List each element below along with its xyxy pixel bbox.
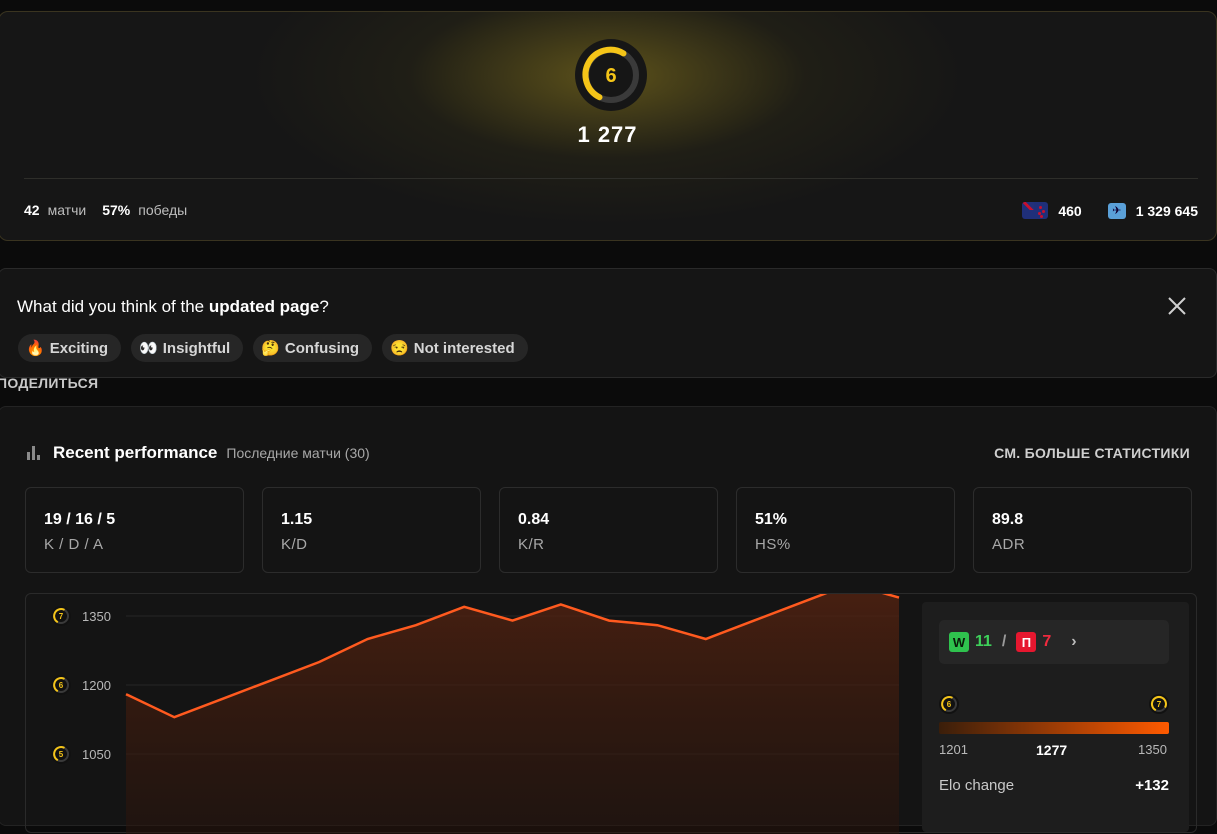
performance-title: Recent performance [53,443,218,462]
level-5-icon: 5 [51,744,71,764]
stat-card-hs: 51% HS% [736,487,955,573]
country-rank: 460 [1058,202,1082,219]
stat-card-kda: 19 / 16 / 5K / D / A [25,487,244,573]
separator: / [1001,633,1007,650]
matches-count: 42 [24,202,40,218]
option-not-interested[interactable]: 😒 Not interested [382,334,528,362]
performance-panel: Recent performance Последние матчи (30) … [0,406,1217,834]
fire-icon: 🔥 [26,340,45,357]
win-loss-summary[interactable]: W 11 / П 7 › [939,620,1169,664]
winrate-label: победы [138,202,188,218]
svg-text:6: 6 [947,700,952,709]
elo-change-label: Elo change [939,777,1015,794]
new-zealand-flag-icon [1022,202,1049,219]
stat-card-kd: 1.15 K/D [262,487,481,573]
svg-text:6: 6 [59,681,64,690]
bar-chart-icon [27,446,43,460]
losses-count: 7 [1042,633,1052,650]
level-badge-icon: 6 [575,39,647,111]
performance-header: Recent performance Последние матчи (30) [27,443,370,463]
ranking: 460 ✈ 1 329 645 [1022,202,1198,219]
unamused-face-icon: 😒 [390,340,409,357]
feedback-survey: What did you think of the updated page? … [0,268,1217,378]
svg-text:5: 5 [59,750,64,759]
eyes-icon: 👀 [139,340,158,357]
y-tick-label: 1050 [82,747,111,762]
elo-change: Elo change +132 [939,777,1169,794]
range-min: 1201 [939,742,968,757]
elo-value: 1 277 [577,122,638,147]
win-tag: W [949,632,969,652]
elo-progress-bar [939,722,1169,734]
matches-label: матчи [47,202,87,218]
chevron-right-icon: › [1071,633,1077,650]
level-6-icon: 6 [939,694,959,714]
option-exciting[interactable]: 🔥 Exciting [18,334,122,362]
survey-options: 🔥 Exciting 👀 Insightful 🤔 Confusing 😒 Not in… [18,334,528,362]
level-6-icon: 6 [51,675,71,695]
divider [24,178,1198,179]
share-button[interactable]: ПОДЕЛИТЬСЯ [0,375,98,391]
option-insightful[interactable]: 👀 Insightful [131,334,244,362]
more-stats-link[interactable]: СМ. БОЛЬШЕ СТАТИСТИКИ [994,445,1190,461]
elo-change-value: +132 [1135,777,1169,794]
profile-hero: 6 1 277 42 матчи 57% победы 460 ✈ 1 329 645 [0,11,1217,241]
svg-text:7: 7 [59,612,64,621]
option-confusing[interactable]: 🤔 Confusing [253,334,373,362]
y-tick-label: 1350 [82,609,111,624]
close-icon[interactable] [1166,295,1188,317]
stat-card-kr: 0.84 K/R [499,487,718,573]
elo-area [126,594,899,834]
thinking-face-icon: 🤔 [261,340,280,357]
winrate-value: 57% [102,202,131,218]
level-7-icon: 7 [51,606,71,626]
match-summary: W 11 / П 7 › 6 7 1201 1277 1350 Elo chan… [922,602,1189,832]
stat-cards: 19 / 16 / 5K / D / A 1.15 K/D 0.84 K/R 51%… [25,487,1192,573]
range-max: 1350 [1138,742,1167,757]
level-number: 6 [605,65,616,87]
y-tick-label: 1200 [82,678,111,693]
wins-count: 11 [975,633,992,650]
range-current: 1277 [1036,742,1068,758]
loss-tag: П [1016,632,1037,652]
globe-icon: ✈ [1107,202,1126,219]
match-stats: 42 матчи 57% победы [24,202,187,218]
performance-subtitle: Последние матчи (30) [226,445,370,461]
elo-chart: 7 1350 6 1200 5 1050 W 11 / П 7 › 6 7 1201 [25,593,1197,834]
svg-text:7: 7 [1157,700,1162,709]
global-rank: 1 329 645 [1135,202,1198,219]
level-7-icon: 7 [1149,694,1169,714]
survey-question: What did you think of the updated page? [17,297,329,316]
elo-chart-svg: 7 1350 6 1200 5 1050 [51,594,900,834]
stat-card-adr: 89.8 ADR [973,487,1192,573]
